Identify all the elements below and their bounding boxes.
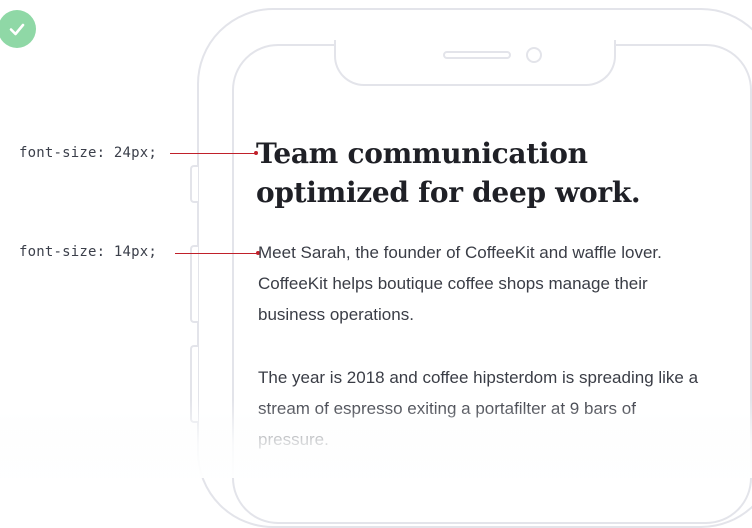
- body-font-size-label: font-size: 14px;: [19, 244, 158, 260]
- intro-paragraph: Meet Sarah, the founder of CoffeeKit and…: [258, 243, 662, 324]
- phone-side-button: [190, 345, 198, 423]
- heading-pointer-line: [170, 153, 256, 154]
- phone-side-button: [190, 245, 198, 323]
- phone-camera: [526, 47, 542, 63]
- checkmark-icon: [9, 23, 25, 36]
- story-paragraph: The year is 2018 and coffee hipsterdom i…: [258, 368, 699, 449]
- body-pointer-line: [175, 253, 258, 254]
- phone-side-button: [190, 165, 198, 203]
- page-headline: Team communication optimized for deep wo…: [256, 137, 641, 209]
- check-badge: [0, 10, 36, 48]
- heading-font-size-label: font-size: 24px;: [19, 145, 158, 161]
- phone-speaker: [443, 51, 511, 59]
